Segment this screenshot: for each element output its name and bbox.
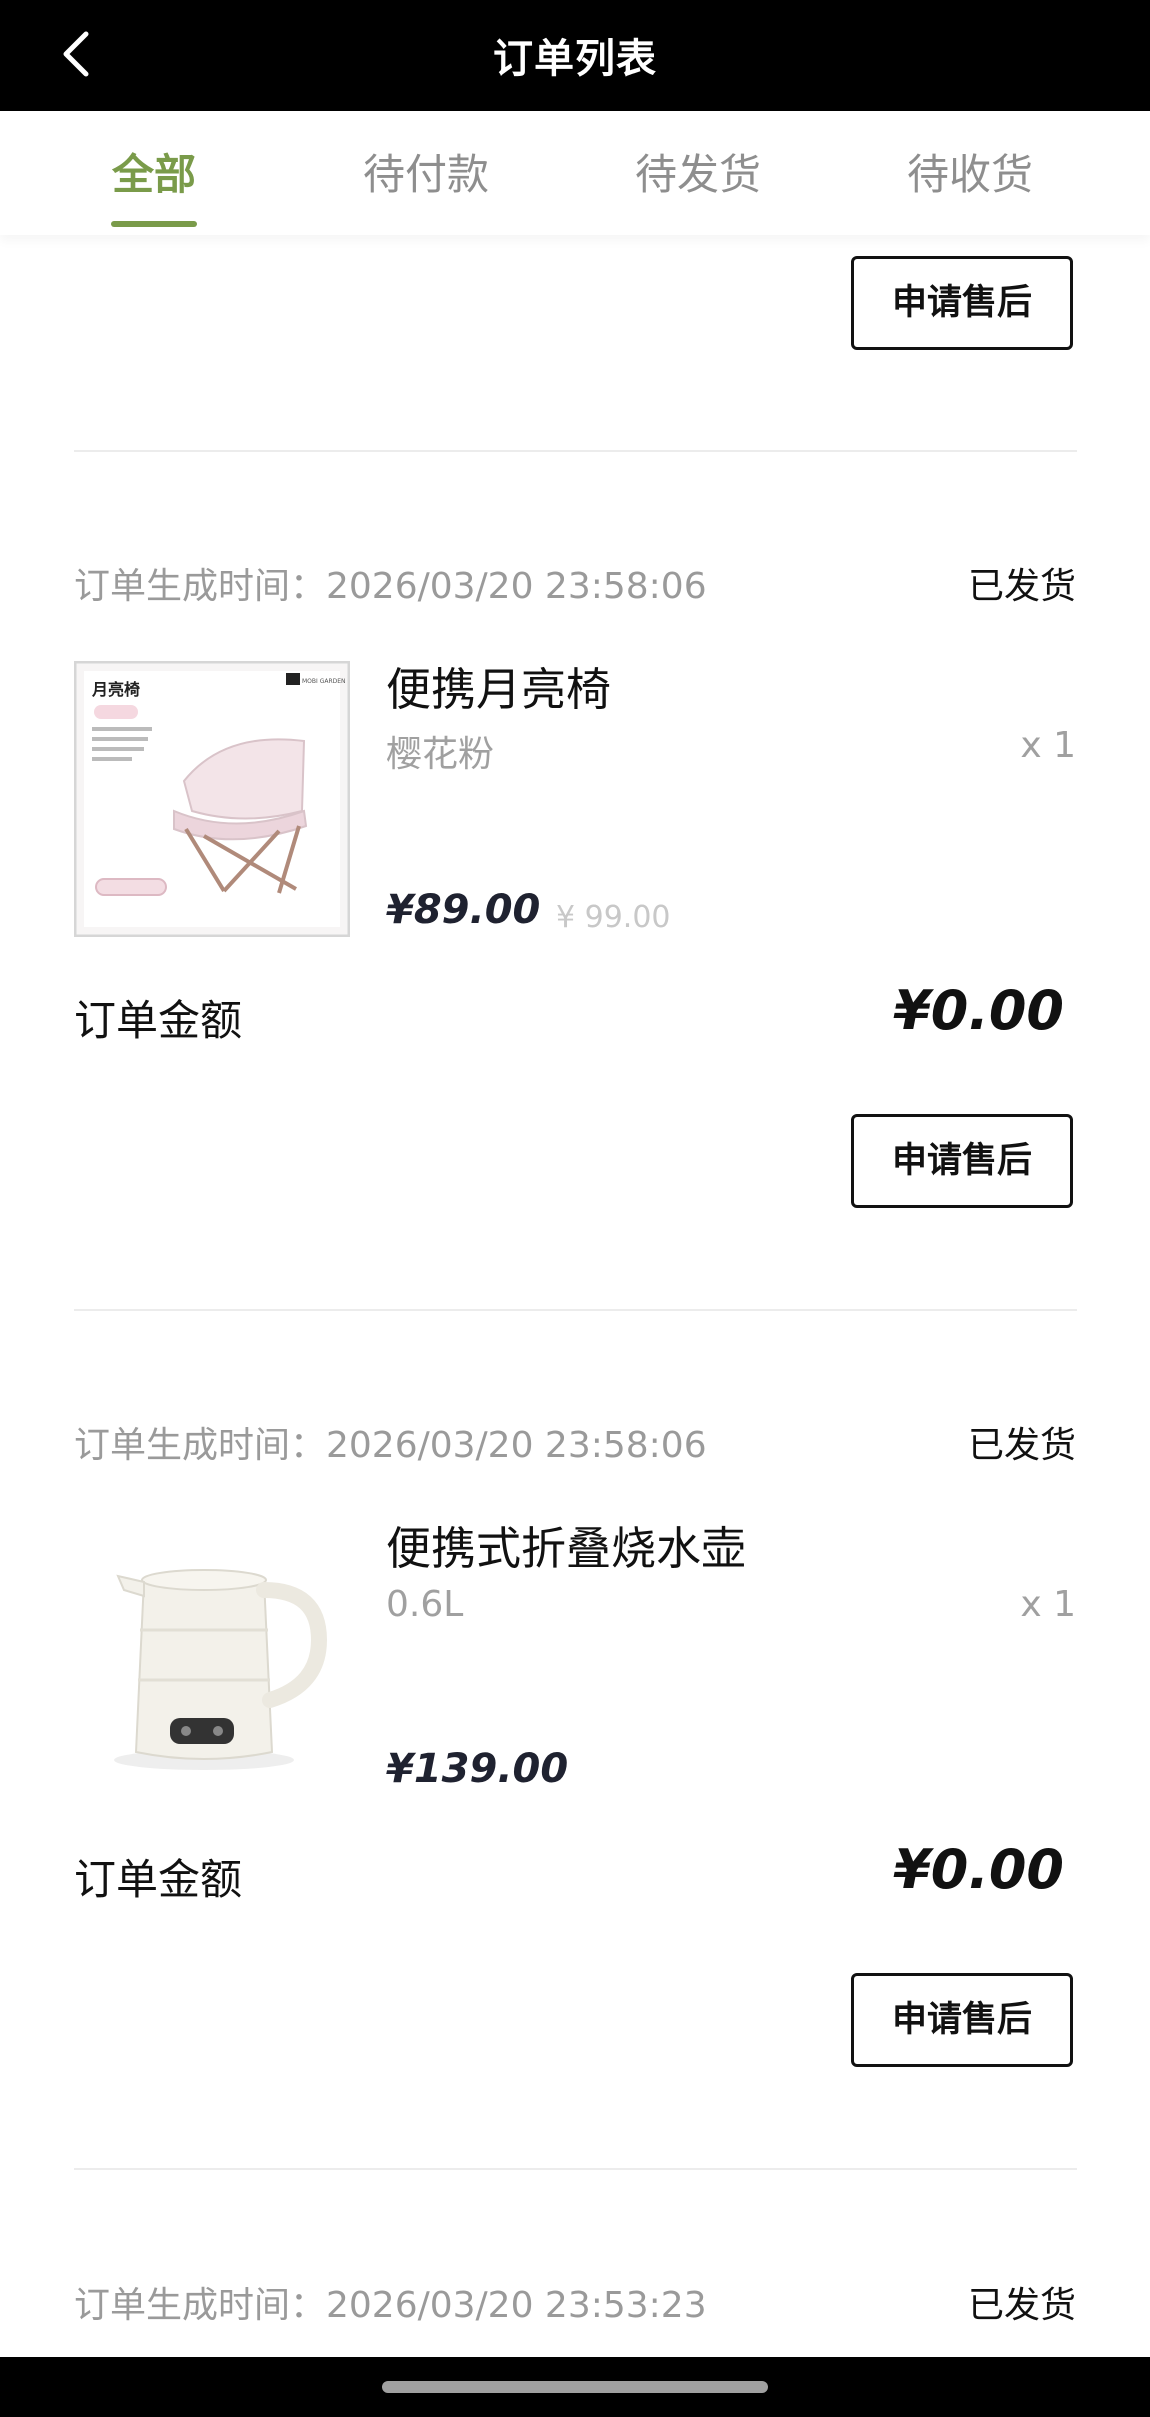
tab-pending-shipment[interactable]: 待发货 <box>598 141 798 202</box>
order-amount-label: 订单金额 <box>74 1855 243 1904</box>
order-time: 订单生成时间：2026/03/20 23:58:06 <box>74 1425 707 1466</box>
order-tabs: 全部 待付款 待发货 待收货 <box>0 111 1150 235</box>
product-variant: 0.6L <box>386 1584 464 1625</box>
order-status: 已发货 <box>967 1425 1076 1466</box>
home-indicator[interactable] <box>382 2381 768 2393</box>
moon-chair-product-image[interactable]: 月亮椅 MOBI GARDEN <box>74 661 350 937</box>
product-quantity: x 1 <box>1020 725 1076 766</box>
image-brand: MOBI GARDEN <box>302 678 346 685</box>
after-sale-button[interactable]: 申请售后 <box>851 256 1073 350</box>
page-title: 订单列表 <box>493 36 657 82</box>
order-divider <box>74 450 1077 452</box>
order-status: 已发货 <box>967 566 1076 607</box>
kettle-product-image[interactable] <box>74 1520 350 1796</box>
after-sale-button[interactable]: 申请售后 <box>851 1973 1073 2067</box>
product-variant: 樱花粉 <box>386 734 495 775</box>
system-bottom-bar <box>0 2357 1150 2417</box>
product-original-price: ¥ 99.00 <box>556 900 671 935</box>
tab-pending-receipt[interactable]: 待收货 <box>870 141 1070 202</box>
order-divider <box>74 2168 1077 2170</box>
order-divider <box>74 1309 1077 1311</box>
active-tab-indicator <box>111 221 197 227</box>
product-name[interactable]: 便携月亮椅 <box>386 653 611 718</box>
tab-all[interactable]: 全部 <box>54 141 254 202</box>
order-amount: ¥0.00 <box>893 1838 1064 1901</box>
order-list[interactable]: 申请售后 订单生成时间：2026/03/20 23:58:06 已发货 月亮椅 … <box>0 235 1150 2357</box>
image-title: 月亮椅 <box>91 680 140 699</box>
order-amount-label: 订单金额 <box>74 996 243 1045</box>
top-bar: 订单列表 <box>0 0 1150 111</box>
product-price: ¥139.00 <box>386 1746 569 1792</box>
order-time: 订单生成时间：2026/03/20 23:53:23 <box>74 2285 707 2326</box>
order-time: 订单生成时间：2026/03/20 23:58:06 <box>74 566 707 607</box>
order-amount: ¥0.00 <box>893 979 1064 1042</box>
tab-pending-payment[interactable]: 待付款 <box>326 141 526 202</box>
product-name[interactable]: 便携式折叠烧水壶 <box>386 1512 746 1577</box>
product-quantity: x 1 <box>1020 1584 1076 1625</box>
after-sale-button[interactable]: 申请售后 <box>851 1114 1073 1208</box>
product-price: ¥89.00 <box>386 887 541 933</box>
order-status: 已发货 <box>967 2285 1076 2326</box>
